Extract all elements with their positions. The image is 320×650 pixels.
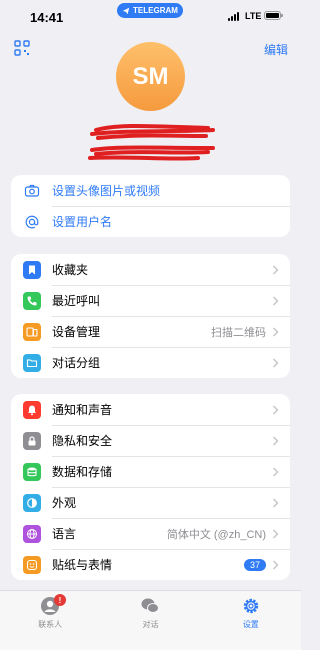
set-photo-label: 设置头像图片或视频	[52, 184, 161, 198]
notifications-row[interactable]: 通知和声音	[11, 394, 290, 425]
devices-value: 扫描二维码	[211, 326, 266, 339]
group1-card: 收藏夹 最近呼叫 设备管理 扫描二维码 对话分组	[11, 254, 290, 378]
status-bar: 14:41 TELEGRAM LTE	[0, 0, 301, 32]
phone-icon	[23, 291, 41, 310]
devices-icon	[23, 322, 41, 341]
data-storage-label: 数据和存储	[52, 465, 113, 479]
chevron-right-icon	[273, 405, 279, 414]
avatar[interactable]: SM	[116, 42, 185, 111]
lock-icon	[23, 431, 41, 450]
recent-calls-label: 最近呼叫	[52, 294, 101, 308]
appearance-icon	[23, 493, 41, 512]
set-photo-row[interactable]: 设置头像图片或视频	[11, 175, 290, 206]
database-icon	[23, 462, 41, 481]
chat-folders-label: 对话分组	[52, 356, 101, 370]
set-username-label: 设置用户名	[52, 215, 113, 229]
battery-icon	[264, 11, 283, 20]
tab-contacts-label: 联系人	[38, 620, 63, 629]
at-icon	[23, 213, 41, 231]
tab-settings[interactable]: 设置	[201, 591, 301, 650]
chevron-right-icon	[273, 327, 279, 336]
language-value: 简体中文 (@zh_CN)	[166, 528, 266, 541]
settings-icon	[243, 598, 259, 614]
bookmark-icon	[23, 260, 41, 279]
privacy-row[interactable]: 隐私和安全	[11, 425, 290, 456]
devices-row[interactable]: 设备管理 扫描二维码	[11, 316, 290, 347]
tab-contacts[interactable]: ! 联系人	[0, 591, 100, 650]
language-row[interactable]: 语言 简体中文 (@zh_CN)	[11, 518, 290, 549]
chats-icon	[141, 598, 160, 613]
globe-icon	[23, 524, 41, 543]
recent-calls-row[interactable]: 最近呼叫	[11, 285, 290, 316]
profile-actions-card: 设置头像图片或视频 设置用户名	[11, 175, 290, 237]
data-storage-row[interactable]: 数据和存储	[11, 456, 290, 487]
tab-chats-label: 对话	[142, 620, 159, 629]
privacy-label: 隐私和安全	[52, 434, 113, 448]
set-username-row[interactable]: 设置用户名	[11, 206, 290, 237]
qr-code-icon[interactable]	[14, 40, 30, 56]
favorites-label: 收藏夹	[52, 263, 89, 277]
signal-icon	[228, 12, 239, 21]
notifications-label: 通知和声音	[52, 403, 113, 417]
chevron-right-icon	[273, 436, 279, 445]
sticker-icon	[23, 555, 41, 574]
status-time: 14:41	[30, 10, 64, 25]
chevron-right-icon	[273, 498, 279, 507]
stickers-badge: 37	[243, 558, 266, 571]
stickers-row[interactable]: 贴纸与表情 37	[11, 549, 290, 580]
camera-icon	[23, 182, 41, 200]
chevron-right-icon	[273, 296, 279, 305]
edit-button[interactable]: 编辑	[264, 41, 288, 58]
tab-settings-label: 设置	[242, 620, 259, 629]
tab-bar: ! 联系人 对话 设置	[0, 590, 301, 650]
group2-card: 通知和声音 隐私和安全 数据和存储 外观 语言 简体中文 (@zh_CN) 贴纸…	[11, 394, 290, 580]
tab-chats[interactable]: 对话	[100, 591, 200, 650]
stickers-label: 贴纸与表情	[52, 558, 113, 572]
telegram-pill[interactable]: TELEGRAM	[117, 3, 183, 18]
redacted-name-scribble	[88, 124, 215, 161]
bell-icon	[23, 400, 41, 419]
chevron-right-icon	[273, 265, 279, 274]
chevron-right-icon	[273, 358, 279, 367]
favorites-row[interactable]: 收藏夹	[11, 254, 290, 285]
chevron-right-icon	[273, 560, 279, 569]
appearance-row[interactable]: 外观	[11, 487, 290, 518]
chevron-right-icon	[273, 529, 279, 538]
folder-icon	[23, 353, 41, 372]
telegram-pill-label: TELEGRAM	[133, 6, 178, 15]
contacts-badge: !	[54, 594, 66, 606]
network-type: LTE	[245, 11, 262, 21]
language-label: 语言	[52, 527, 77, 541]
appearance-label: 外观	[52, 496, 77, 510]
devices-label: 设备管理	[52, 325, 101, 339]
chevron-right-icon	[273, 467, 279, 476]
chat-folders-row[interactable]: 对话分组	[11, 347, 290, 378]
telegram-icon	[122, 7, 130, 14]
